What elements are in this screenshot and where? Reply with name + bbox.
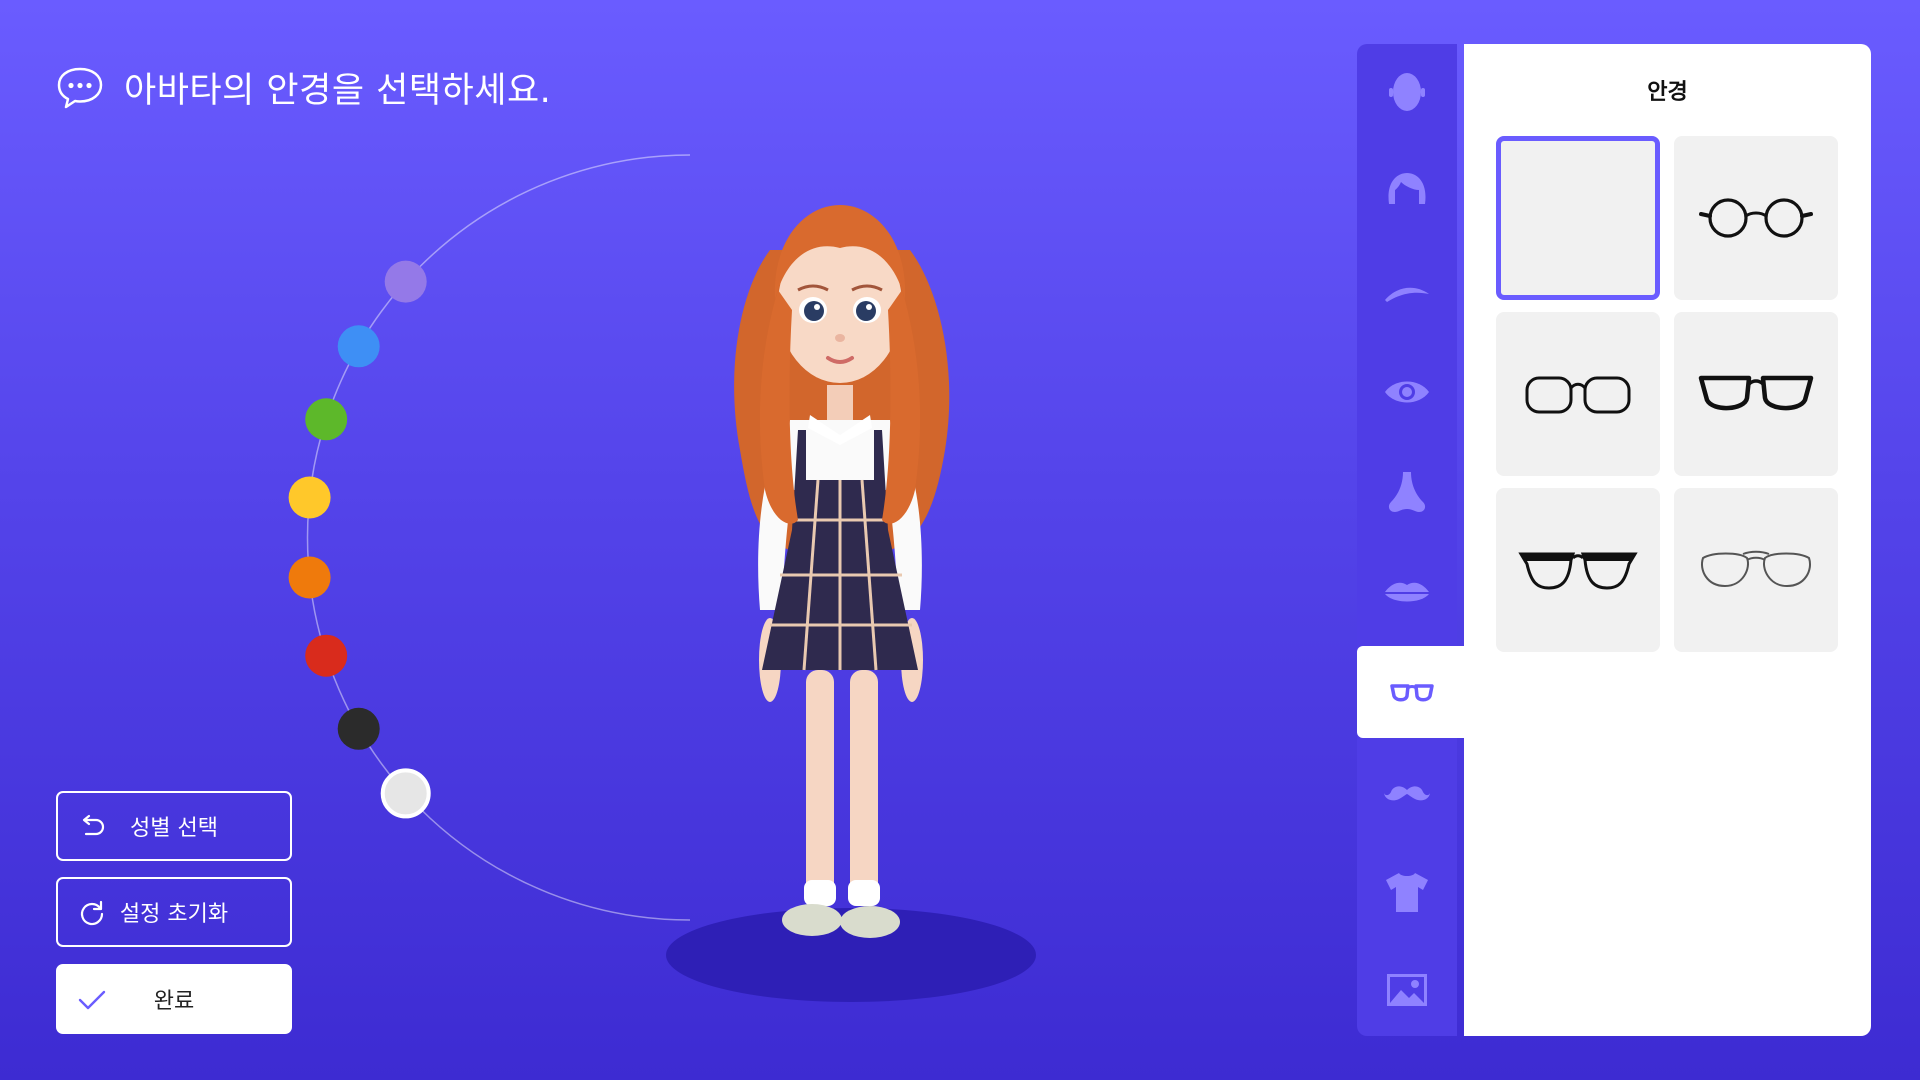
category-eyebrow[interactable] <box>1357 246 1457 338</box>
glasses-options-panel: 안경 <box>1464 44 1871 1036</box>
undo-icon <box>82 814 105 836</box>
category-lips[interactable] <box>1357 546 1457 638</box>
browline-glasses-icon <box>1518 552 1638 590</box>
eye-icon <box>1385 381 1429 403</box>
color-swatch[interactable] <box>288 476 331 519</box>
glasses-icon <box>1390 684 1434 702</box>
hair-icon <box>1388 173 1426 204</box>
color-swatch[interactable] <box>384 260 427 303</box>
eyebrow-icon <box>1385 287 1429 302</box>
gender-select-button[interactable]: 성별 선택 <box>56 791 292 861</box>
category-clothes[interactable] <box>1357 846 1457 938</box>
color-swatch[interactable] <box>380 768 431 819</box>
color-swatch[interactable] <box>288 556 331 599</box>
glasses-option-rectangle[interactable] <box>1496 312 1660 476</box>
refresh-icon <box>80 900 104 926</box>
reset-settings-label: 설정 초기화 <box>119 902 229 927</box>
rectangle-glasses-icon <box>1525 376 1631 414</box>
category-glasses[interactable] <box>1357 646 1467 738</box>
check-icon <box>78 990 106 1010</box>
category-background[interactable] <box>1357 944 1457 1036</box>
face-shape-icon <box>1389 73 1425 111</box>
category-nose[interactable] <box>1357 446 1457 538</box>
color-swatch[interactable] <box>305 398 348 441</box>
aviator-glasses-icon <box>1701 550 1811 588</box>
reset-settings-button[interactable]: 설정 초기화 <box>56 877 292 947</box>
color-swatch[interactable] <box>305 634 348 677</box>
category-eye[interactable] <box>1357 346 1457 438</box>
shirt-icon <box>1386 873 1428 912</box>
glasses-option-browline[interactable] <box>1496 488 1660 652</box>
done-button[interactable]: 완료 <box>56 964 292 1034</box>
category-rail <box>1357 44 1467 1036</box>
wayfarer-glasses-icon <box>1698 375 1814 411</box>
glasses-option-wayfarer[interactable] <box>1674 312 1838 476</box>
color-swatch[interactable] <box>337 707 380 750</box>
lips-icon <box>1385 582 1429 602</box>
avatar-figure <box>734 205 950 938</box>
glasses-option-aviator[interactable] <box>1674 488 1838 652</box>
done-label: 완료 <box>153 989 195 1014</box>
mustache-icon <box>1384 786 1430 801</box>
category-mustache[interactable] <box>1357 746 1457 838</box>
round-glasses-icon <box>1699 198 1813 238</box>
category-hair[interactable] <box>1357 146 1457 238</box>
glasses-option-round-thin[interactable] <box>1674 136 1838 300</box>
nose-icon <box>1388 472 1426 512</box>
panel-title: 안경 <box>1647 80 1688 105</box>
image-icon <box>1387 974 1427 1006</box>
glasses-option-none[interactable] <box>1496 136 1660 300</box>
color-swatch[interactable] <box>337 325 380 368</box>
gender-select-label: 성별 선택 <box>130 816 218 841</box>
category-face[interactable] <box>1357 46 1457 138</box>
